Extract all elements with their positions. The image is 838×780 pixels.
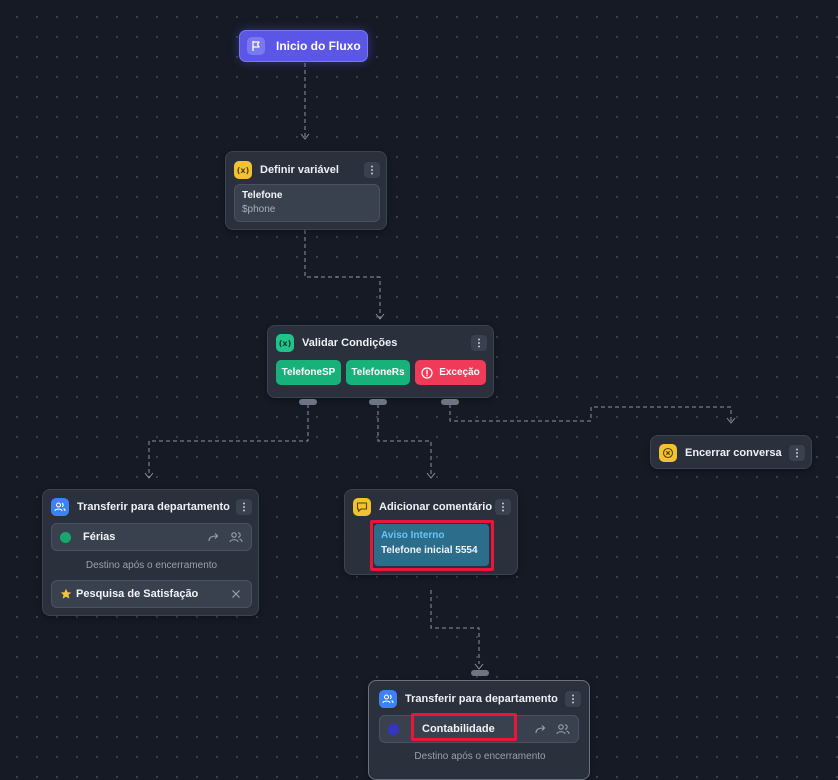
transfer-department-title: Transferir para departamento xyxy=(77,501,230,513)
more-options-icon[interactable] xyxy=(565,691,581,707)
users-icon xyxy=(379,690,397,708)
start-node-label: Inicio do Fluxo xyxy=(276,39,361,53)
condition-telefonesp[interactable]: TelefoneSP xyxy=(276,360,341,385)
end-conversation-node[interactable]: Encerrar conversa xyxy=(650,435,812,469)
department-row[interactable]: Férias xyxy=(51,523,252,551)
input-handle-transfer[interactable] xyxy=(471,670,489,676)
survey-row[interactable]: Pesquisa de Satisfação xyxy=(51,580,252,608)
edge-trs-to-comment xyxy=(377,404,432,477)
variable-icon: (x) xyxy=(276,334,294,352)
flag-icon xyxy=(247,37,265,55)
output-handle-telefoners[interactable] xyxy=(369,399,387,405)
more-options-icon[interactable] xyxy=(495,499,511,515)
users-icon[interactable] xyxy=(229,530,243,544)
comment-icon xyxy=(353,498,371,516)
department-highlight-box xyxy=(411,713,517,741)
transfer-department-node[interactable]: Transferir para departamento Férias Dest… xyxy=(42,489,259,616)
variable-icon: (x) xyxy=(234,161,252,179)
more-options-icon[interactable] xyxy=(364,162,380,178)
more-options-icon[interactable] xyxy=(471,335,487,351)
variable-value: $phone xyxy=(242,204,276,215)
edge-tsp-to-transfer xyxy=(148,404,309,477)
redirect-icon[interactable] xyxy=(207,530,221,544)
add-comment-title: Adicionar comentário xyxy=(379,501,493,513)
department-color-dot xyxy=(388,723,399,735)
comment-highlight-box xyxy=(370,520,494,571)
survey-name: Pesquisa de Satisfação xyxy=(76,588,199,600)
output-handle-telefonesp[interactable] xyxy=(299,399,317,405)
condition-telefoners[interactable]: TelefoneRs xyxy=(346,360,410,385)
after-end-caption: Destino após o encerramento xyxy=(414,751,546,762)
star-icon xyxy=(60,588,72,600)
redirect-icon[interactable] xyxy=(534,722,548,736)
svg-text:(x): (x) xyxy=(279,339,291,348)
variable-assignment[interactable]: Telefone $phone xyxy=(234,184,380,222)
edge-variable-to-validate xyxy=(304,230,381,318)
transfer-department-title: Transferir para departamento xyxy=(405,693,558,705)
department-name: Férias xyxy=(83,531,116,543)
set-variable-node[interactable]: (x) Definir variável Telefone $phone xyxy=(225,151,387,230)
users-icon[interactable] xyxy=(556,722,570,736)
end-conversation-title: Encerrar conversa xyxy=(685,447,782,459)
validate-conditions-title: Validar Condições xyxy=(302,337,398,349)
variable-name: Telefone xyxy=(242,190,283,201)
edge-exception-to-end xyxy=(449,404,732,422)
more-options-icon[interactable] xyxy=(789,445,805,461)
exception-label: Exceção xyxy=(439,367,480,378)
alert-icon xyxy=(421,366,433,379)
edge-comment-to-transfer xyxy=(430,590,480,664)
validate-conditions-node[interactable]: (x) Validar Condições TelefoneSP Telefon… xyxy=(267,325,494,398)
condition-exception[interactable]: Exceção xyxy=(415,360,486,385)
after-end-caption: Destino após o encerramento xyxy=(85,560,218,571)
more-options-icon[interactable] xyxy=(236,499,252,515)
output-handle-exception[interactable] xyxy=(441,399,459,405)
set-variable-title: Definir variável xyxy=(260,164,339,176)
svg-text:(x): (x) xyxy=(237,166,249,175)
users-icon xyxy=(51,498,69,516)
department-color-dot xyxy=(60,531,71,543)
close-icon[interactable] xyxy=(229,587,243,601)
close-circle-icon xyxy=(659,444,677,462)
start-node[interactable]: Inicio do Fluxo xyxy=(239,30,368,62)
